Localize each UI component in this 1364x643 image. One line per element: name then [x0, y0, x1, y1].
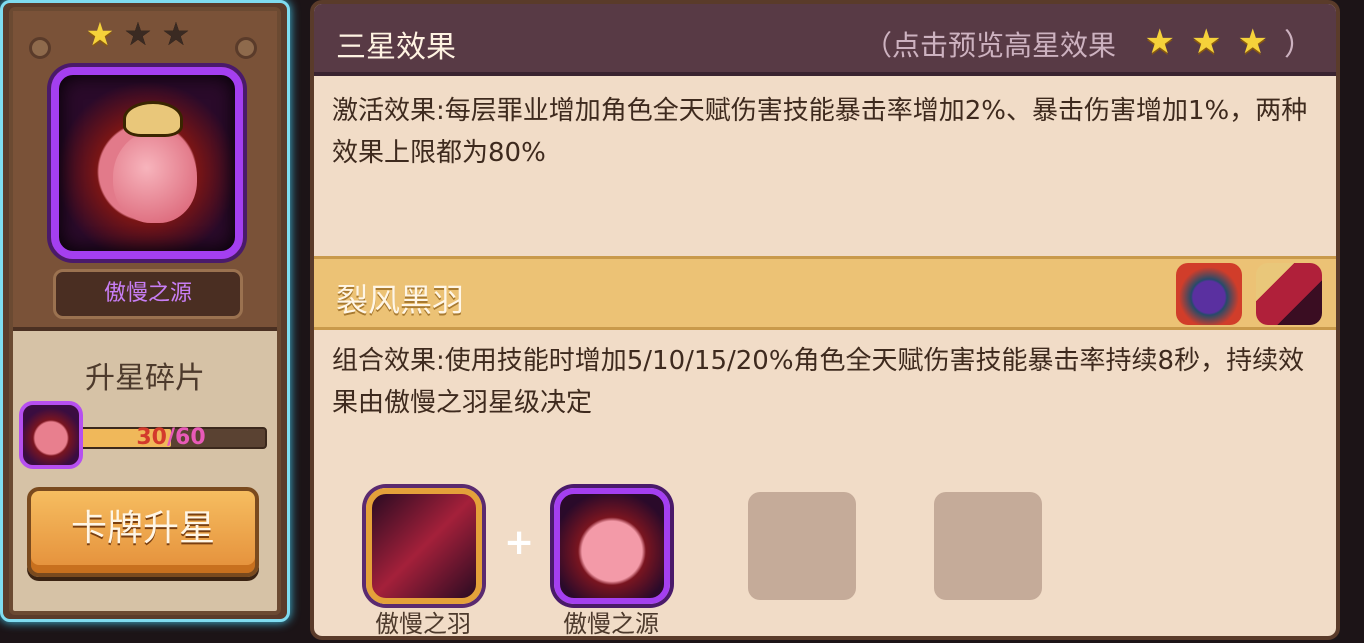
shards-title: 升星碎片	[85, 361, 205, 396]
empty-slot	[934, 492, 1042, 600]
combo-effect-text: 组合效果:使用技能时增加5/10/15/20%角色全天赋伤害技能暴击率持续8秒，…	[332, 346, 1305, 418]
effects-panel: 三星效果 （点击预览高星效果 ★ ★ ★ ） 激活效果:每层罪业增加角色全天赋伤…	[310, 0, 1340, 640]
preview-star-icon[interactable]: ★	[1191, 24, 1221, 60]
combo-item-label: 傲慢之源	[563, 610, 659, 638]
paren-close: ）	[1284, 28, 1314, 63]
wing-icon[interactable]	[1256, 263, 1322, 325]
preview-hint[interactable]: （点击预览高星效果	[864, 24, 1116, 64]
star-empty-icon: ★	[123, 15, 153, 53]
combo-header: 裂风黑羽	[314, 256, 1336, 330]
shard-progress-bar: 30/60	[75, 425, 267, 450]
preview-star-buttons: ★ ★ ★ ）	[1145, 20, 1314, 64]
combo-title: 裂风黑羽	[336, 281, 465, 319]
shard-count-max: /60	[166, 425, 206, 450]
heart-blob	[113, 131, 197, 223]
preview-star-icon[interactable]: ★	[1238, 24, 1268, 60]
star-empty-icon: ★	[161, 15, 191, 53]
card-frame: ★ ★ ★ 傲慢之源 升星碎片 30/60 卡牌升星	[0, 0, 290, 622]
bolt-decoration	[235, 37, 257, 59]
panel-header: 三星效果 （点击预览高星效果 ★ ★ ★ ）	[314, 4, 1336, 76]
shard-progress-row: 30/60	[19, 401, 273, 475]
card-star-rating: ★ ★ ★	[83, 17, 193, 51]
shard-count-current: 30	[136, 425, 167, 450]
horn-decoration	[123, 101, 183, 137]
source-card-icon[interactable]	[554, 488, 670, 604]
card-portrait-image[interactable]	[51, 67, 243, 259]
preview-star-icon[interactable]: ★	[1145, 24, 1175, 60]
shard-progress-text: 30/60	[77, 425, 265, 450]
empty-slot	[748, 492, 856, 600]
combo-item-label: 傲慢之羽	[375, 610, 471, 638]
activation-effect-text: 激活效果:每层罪业增加角色全天赋伤害技能暴击率增加2%、暴击伤害增加1%，两种效…	[332, 96, 1308, 168]
feather-card-icon[interactable]	[366, 488, 482, 604]
card-name-plate: 傲慢之源	[53, 269, 243, 319]
helmet-icon[interactable]	[1176, 263, 1242, 325]
card-upgrade-button[interactable]: 卡牌升星	[27, 487, 259, 577]
star-effect-title: 三星效果	[336, 30, 456, 65]
card-inner: ★ ★ ★ 傲慢之源 升星碎片 30/60 卡牌升星	[9, 7, 281, 615]
card-portrait-area: ★ ★ ★ 傲慢之源	[13, 11, 277, 331]
plus-icon: +	[504, 522, 535, 563]
shard-icon	[19, 401, 83, 469]
star-filled-icon: ★	[85, 15, 115, 53]
bolt-decoration	[29, 37, 51, 59]
